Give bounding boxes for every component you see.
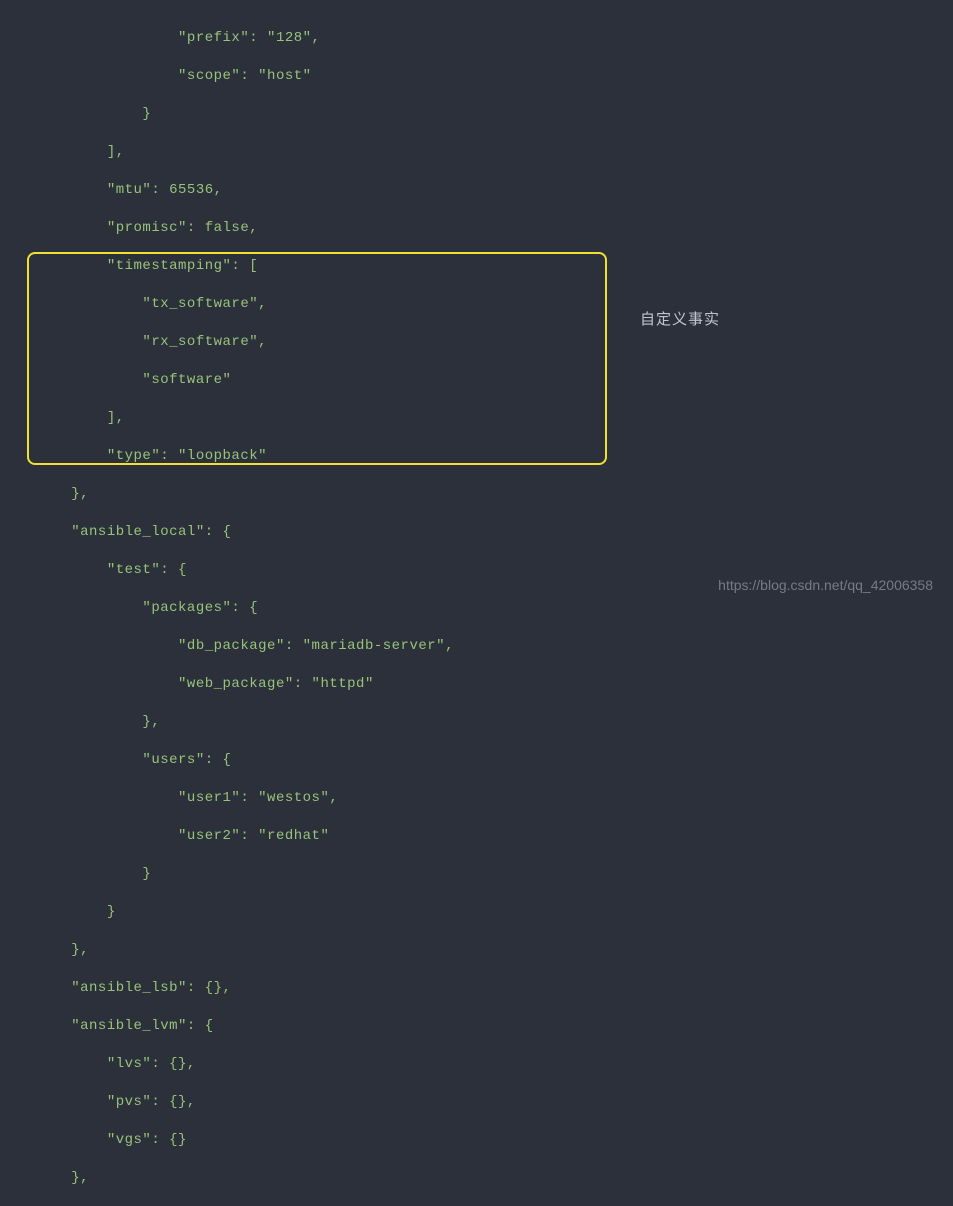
code-line: "pvs": {}, — [0, 1093, 953, 1112]
code-line: "user1": "westos", — [0, 789, 953, 808]
code-line: "timestamping": [ — [0, 257, 953, 276]
watermark-url: https://blog.csdn.net/qq_42006358 — [718, 577, 933, 593]
code-line: "rx_software", — [0, 333, 953, 352]
code-line: }, — [0, 1169, 953, 1188]
code-line: ], — [0, 409, 953, 428]
code-line: "tx_software", — [0, 295, 953, 314]
code-line: "db_package": "mariadb-server", — [0, 637, 953, 656]
code-block: "prefix": "128", "scope": "host" } ], "m… — [0, 0, 953, 1206]
code-line: } — [0, 105, 953, 124]
code-line: "user2": "redhat" — [0, 827, 953, 846]
code-line: }, — [0, 485, 953, 504]
code-line: } — [0, 865, 953, 884]
code-line: ], — [0, 143, 953, 162]
code-line: "vgs": {} — [0, 1131, 953, 1150]
code-line: "ansible_lsb": {}, — [0, 979, 953, 998]
code-line: "scope": "host" — [0, 67, 953, 86]
code-line: "mtu": 65536, — [0, 181, 953, 200]
code-line: "ansible_local": { — [0, 523, 953, 542]
code-line: "prefix": "128", — [0, 29, 953, 48]
code-line: }, — [0, 713, 953, 732]
code-line: }, — [0, 941, 953, 960]
code-line: "packages": { — [0, 599, 953, 618]
code-line: "type": "loopback" — [0, 447, 953, 466]
code-line: "promisc": false, — [0, 219, 953, 238]
code-line: } — [0, 903, 953, 922]
code-line: "users": { — [0, 751, 953, 770]
code-line: "lvs": {}, — [0, 1055, 953, 1074]
code-line: "ansible_lvm": { — [0, 1017, 953, 1036]
code-line: "software" — [0, 371, 953, 390]
code-line: "web_package": "httpd" — [0, 675, 953, 694]
annotation-label: 自定义事实 — [640, 308, 720, 329]
